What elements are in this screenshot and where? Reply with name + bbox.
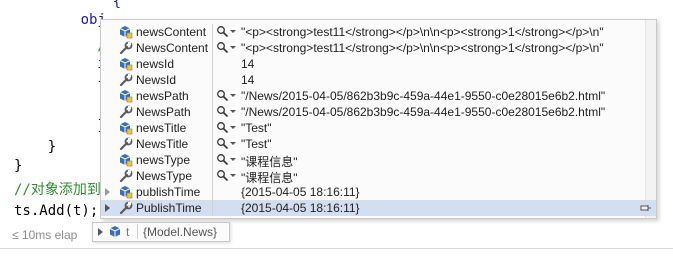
variable-name: t xyxy=(126,225,130,239)
member-name: NewsType xyxy=(136,169,193,183)
variable-value: {Model.News} xyxy=(143,225,218,239)
divider xyxy=(212,88,213,104)
datatip-row[interactable]: NewsPath "/News/2015-04-05/862b3b9c-459a-… xyxy=(101,104,656,120)
visualizer-dropdown-icon[interactable] xyxy=(230,94,236,97)
text-visualizer-icon[interactable] xyxy=(216,137,228,149)
visualizer-dropdown-icon[interactable] xyxy=(230,174,236,177)
property-wrench-icon xyxy=(119,137,133,151)
datatip-row[interactable]: newsPath "/News/2015-04-05/862b3b9c-459a-… xyxy=(101,88,656,104)
code-line: { xyxy=(62,0,122,10)
datatip-row[interactable]: newsTitle "Test" xyxy=(101,120,656,136)
text-visualizer-icon[interactable] xyxy=(216,41,228,53)
member-value[interactable]: "Test" xyxy=(241,137,272,151)
property-wrench-icon xyxy=(119,105,133,119)
member-name: NewsPath xyxy=(136,105,191,119)
text-visualizer-icon[interactable] xyxy=(216,25,228,37)
expand-arrow-icon[interactable] xyxy=(105,204,110,212)
member-name: newsType xyxy=(136,153,191,167)
member-value[interactable]: "<p><strong>test11</strong></p>\n\n<p><s… xyxy=(241,25,604,39)
datatip-row[interactable]: NewsType "课程信息" xyxy=(101,168,656,185)
text-visualizer-icon[interactable] xyxy=(216,169,228,181)
code-line: i xyxy=(30,56,106,72)
member-name: NewsId xyxy=(136,73,177,87)
member-name: newsTitle xyxy=(136,121,187,135)
property-wrench-icon xyxy=(119,201,133,215)
property-wrench-icon xyxy=(119,41,133,55)
divider xyxy=(212,72,213,88)
variable-summary-tip[interactable]: t {Model.News} xyxy=(92,222,230,242)
divider xyxy=(212,56,213,72)
property-wrench-icon xyxy=(119,73,133,87)
divider xyxy=(212,200,213,216)
member-value[interactable]: "<p><strong>test11</strong></p>\n\n<p><s… xyxy=(241,41,604,55)
datatip-row[interactable]: NewsId 14 xyxy=(101,72,656,88)
member-name: NewsTitle xyxy=(136,137,189,151)
divider xyxy=(212,104,213,120)
perf-tip[interactable]: ≤ 10ms elap xyxy=(12,228,77,242)
text-visualizer-icon[interactable] xyxy=(216,153,228,165)
field-icon xyxy=(119,26,133,39)
field-icon xyxy=(119,58,133,71)
member-name: NewsContent xyxy=(136,41,209,55)
code-comment: //对象添加到 xyxy=(14,182,101,198)
visualizer-dropdown-icon[interactable] xyxy=(230,30,236,33)
divider xyxy=(212,40,213,56)
member-name: newsContent xyxy=(136,25,207,39)
expand-arrow-icon[interactable] xyxy=(98,228,103,236)
field-icon xyxy=(119,186,133,199)
divider xyxy=(212,168,213,184)
datatip-row[interactable]: NewsContent "<p><strong>test11</strong></… xyxy=(101,40,656,56)
member-value[interactable]: "Test" xyxy=(241,121,272,135)
member-value[interactable]: 14 xyxy=(241,73,254,87)
text-visualizer-icon[interactable] xyxy=(216,89,228,101)
expand-arrow-icon[interactable] xyxy=(105,188,110,196)
datatip-row[interactable]: PublishTime {2015-04-05 18:16:11} xyxy=(101,200,656,216)
visualizer-dropdown-icon[interactable] xyxy=(230,110,236,113)
code-line: } xyxy=(14,139,57,155)
divider xyxy=(212,24,213,40)
code-line: } xyxy=(14,158,23,174)
member-value[interactable]: {2015-04-05 18:16:11} xyxy=(241,185,360,199)
text-visualizer-icon[interactable] xyxy=(216,121,228,133)
field-icon xyxy=(119,154,133,167)
visualizer-dropdown-icon[interactable] xyxy=(230,142,236,145)
code-line: ts.Add(t); xyxy=(14,203,99,219)
debugger-datatip[interactable]: newsContent "<p><strong>test11</strong></… xyxy=(100,19,657,219)
object-icon xyxy=(109,226,121,237)
datatip-row[interactable]: newsId 14 xyxy=(101,56,656,72)
member-value[interactable]: {2015-04-05 18:16:11} xyxy=(241,201,360,215)
member-value[interactable]: 14 xyxy=(241,57,254,71)
code-line: { xyxy=(30,74,106,90)
visualizer-dropdown-icon[interactable] xyxy=(230,158,236,161)
property-wrench-icon xyxy=(119,169,133,183)
pin-icon[interactable] xyxy=(640,203,652,213)
member-value[interactable]: "/News/2015-04-05/862b3b9c-459a-44e1-955… xyxy=(241,89,605,103)
divider xyxy=(0,248,673,249)
visualizer-dropdown-icon[interactable] xyxy=(230,126,236,129)
datatip-row[interactable]: newsContent "<p><strong>test11</strong></… xyxy=(101,24,656,40)
divider xyxy=(212,120,213,136)
member-name: newsId xyxy=(136,57,175,71)
divider xyxy=(137,224,138,239)
member-value[interactable]: "/News/2015-04-05/862b3b9c-459a-44e1-955… xyxy=(241,105,605,119)
datatip-row[interactable]: NewsTitle "Test" xyxy=(101,136,656,152)
code-line: obj xyxy=(30,12,106,28)
divider xyxy=(212,184,213,200)
member-name: PublishTime xyxy=(136,201,202,215)
member-name: newsPath xyxy=(136,89,189,103)
visualizer-dropdown-icon[interactable] xyxy=(230,46,236,49)
field-icon xyxy=(119,90,133,103)
divider xyxy=(212,152,213,168)
field-icon xyxy=(119,122,133,135)
code-line: / xyxy=(30,38,106,54)
member-name: publishTime xyxy=(136,185,201,199)
text-visualizer-icon[interactable] xyxy=(216,105,228,117)
datatip-row[interactable]: newsType "课程信息" xyxy=(101,152,656,169)
datatip-row[interactable]: publishTime {2015-04-05 18:16:11} xyxy=(101,184,656,200)
code-line: } xyxy=(30,118,106,134)
divider xyxy=(212,136,213,152)
